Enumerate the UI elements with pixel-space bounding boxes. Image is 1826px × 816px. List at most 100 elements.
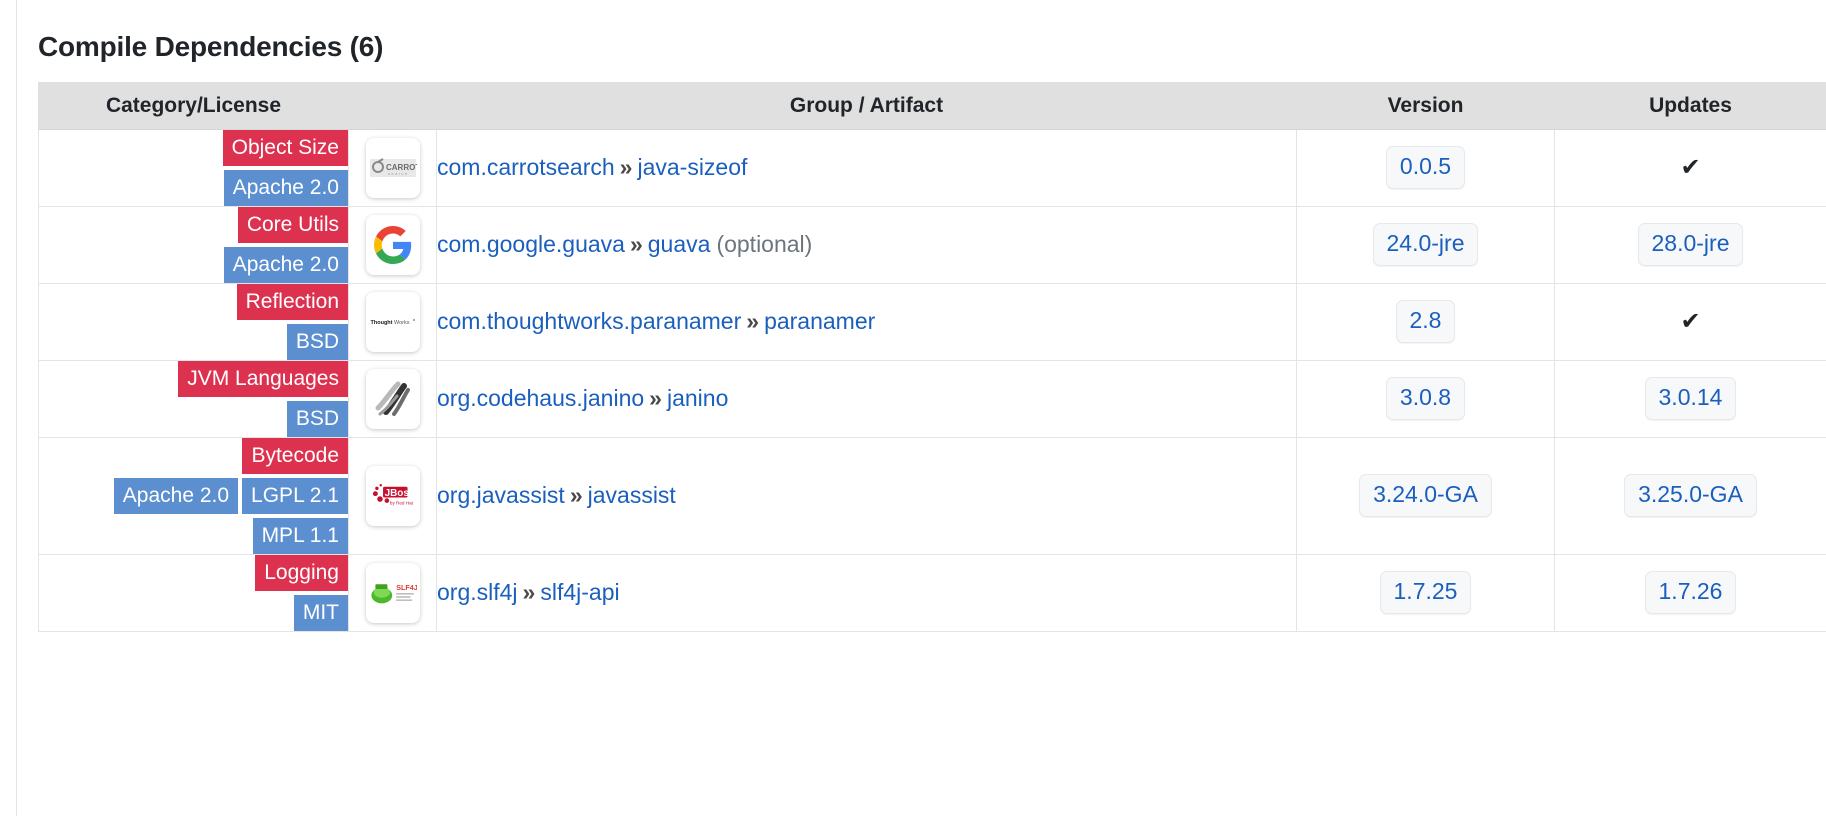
license-badge[interactable]: Apache 2.0 (224, 247, 348, 283)
group-link[interactable]: org.javassist (437, 482, 565, 508)
category-license-cell: BytecodeApache 2.0LGPL 2.1MPL 1.1 (39, 437, 349, 554)
update-version-chip[interactable]: 28.0-jre (1638, 223, 1744, 266)
group-link[interactable]: com.google.guava (437, 231, 625, 257)
group-artifact-separator: » (518, 579, 541, 605)
page-title: Compile Dependencies (6) (38, 0, 1826, 64)
svg-text:JBoss: JBoss (384, 488, 414, 499)
group-link[interactable]: com.carrotsearch (437, 154, 615, 180)
version-cell: 1.7.25 (1297, 554, 1555, 631)
category-badge[interactable]: Reflection (237, 284, 348, 320)
version-cell: 2.8 (1297, 283, 1555, 360)
column-header-updates[interactable]: Updates (1555, 82, 1826, 129)
license-badge-row: MIT (294, 595, 348, 631)
update-version-chip[interactable]: 1.7.26 (1645, 571, 1737, 614)
category-badge[interactable]: Object Size (223, 130, 348, 166)
license-badge[interactable]: MIT (294, 595, 348, 631)
artifact-link[interactable]: slf4j-api (540, 579, 619, 605)
slf4j-logo-icon: SLF4J (366, 563, 420, 623)
artifact-link[interactable]: javassist (588, 482, 676, 508)
thoughtworks-logo-icon: ThoughtWorks (366, 292, 420, 352)
category-badge-row: Bytecode (242, 438, 348, 474)
license-badge-row: Apache 2.0 (224, 247, 348, 283)
artifact-link[interactable]: janino (667, 385, 728, 411)
group-link[interactable]: org.slf4j (437, 579, 518, 605)
license-badge-row: Apache 2.0LGPL 2.1 (114, 478, 348, 514)
badge-stack: Core Utils Apache 2.0 (39, 207, 348, 283)
category-badge[interactable]: JVM Languages (178, 361, 348, 397)
version-chip[interactable]: 0.0.5 (1386, 146, 1465, 189)
group-artifact-separator: » (565, 482, 588, 508)
artifact-link[interactable]: paranamer (764, 308, 875, 334)
column-header-artifact[interactable]: Group / Artifact (437, 82, 1297, 129)
icon-cell (349, 206, 437, 283)
group-artifact-cell: com.google.guava»guava(optional) (437, 206, 1297, 283)
version-chip[interactable]: 3.0.8 (1386, 377, 1465, 420)
license-badge-row: Apache 2.0 (224, 170, 348, 206)
category-license-cell: Reflection BSD (39, 283, 349, 360)
license-badge-row: BSD (287, 401, 348, 437)
carrotsearch-logo-icon: CARROTsearch (366, 138, 420, 198)
artifact-link[interactable]: guava (648, 231, 711, 257)
version-chip[interactable]: 3.24.0-GA (1359, 474, 1492, 517)
group-artifact-separator: » (615, 154, 638, 180)
badge-stack: Reflection BSD (39, 284, 348, 360)
category-badge-row: Logging (255, 555, 348, 591)
svg-text:Thought: Thought (370, 320, 392, 326)
update-version-chip[interactable]: 3.25.0-GA (1624, 474, 1757, 517)
column-header-version[interactable]: Version (1297, 82, 1555, 129)
license-badge[interactable]: BSD (287, 324, 348, 360)
updates-cell: 28.0-jre (1555, 206, 1826, 283)
group-link[interactable]: org.codehaus.janino (437, 385, 644, 411)
version-chip[interactable]: 24.0-jre (1373, 223, 1479, 266)
group-artifact-cell: com.carrotsearch»java-sizeof (437, 129, 1297, 206)
svg-text:search: search (388, 171, 408, 176)
category-license-cell: JVM Languages BSD (39, 360, 349, 437)
table-header-row: Category/License Group / Artifact Versio… (39, 82, 1826, 129)
updates-cell: ✔ (1555, 283, 1826, 360)
column-header-icon (349, 82, 437, 129)
group-artifact-cell: org.slf4j»slf4j-api (437, 554, 1297, 631)
group-artifact-cell: org.codehaus.janino»janino (437, 360, 1297, 437)
category-badge[interactable]: Core Utils (238, 207, 348, 243)
version-cell: 24.0-jre (1297, 206, 1555, 283)
updates-cell: 3.0.14 (1555, 360, 1826, 437)
group-artifact-separator: » (741, 308, 764, 334)
version-chip[interactable]: 2.8 (1396, 300, 1456, 343)
category-badge-row: JVM Languages (178, 361, 348, 397)
version-cell: 0.0.5 (1297, 129, 1555, 206)
category-badge[interactable]: Bytecode (242, 438, 348, 474)
updates-cell: 3.25.0-GA (1555, 437, 1826, 554)
janino-logo-icon (366, 369, 420, 429)
artifact-link[interactable]: java-sizeof (637, 154, 747, 180)
svg-text:SLF4J: SLF4J (396, 582, 417, 591)
license-badge[interactable]: MPL 1.1 (253, 518, 348, 554)
license-badge[interactable]: Apache 2.0 (114, 478, 238, 514)
category-badge-row: Core Utils (238, 207, 348, 243)
icon-cell: SLF4J (349, 554, 437, 631)
version-chip[interactable]: 1.7.25 (1380, 571, 1472, 614)
license-badge[interactable]: BSD (287, 401, 348, 437)
category-badge-row: Object Size (223, 130, 348, 166)
badge-stack: JVM Languages BSD (39, 361, 348, 437)
up-to-date-check-icon: ✔ (1680, 308, 1700, 335)
license-badge[interactable]: LGPL 2.1 (242, 478, 348, 514)
category-license-cell: Logging MIT (39, 554, 349, 631)
updates-cell: ✔ (1555, 129, 1826, 206)
update-version-chip[interactable]: 3.0.14 (1645, 377, 1737, 420)
version-cell: 3.24.0-GA (1297, 437, 1555, 554)
group-link[interactable]: com.thoughtworks.paranamer (437, 308, 741, 334)
icon-cell: CARROTsearch (349, 129, 437, 206)
table-header: Category/License Group / Artifact Versio… (39, 82, 1826, 129)
badge-stack: BytecodeApache 2.0LGPL 2.1MPL 1.1 (39, 438, 348, 554)
table-row: Logging MIT SLF4J org.slf4j»slf4j-api 1.7.25… (39, 554, 1826, 631)
category-badge[interactable]: Logging (255, 555, 348, 591)
badge-stack: Logging MIT (39, 555, 348, 631)
google-logo-icon (366, 215, 420, 275)
optional-label: (optional) (710, 231, 812, 257)
group-artifact-cell: org.javassist»javassist (437, 437, 1297, 554)
license-badge-row: BSD (287, 324, 348, 360)
license-badge[interactable]: Apache 2.0 (224, 170, 348, 206)
column-header-category[interactable]: Category/License (39, 82, 349, 129)
svg-text:by Red Hat: by Red Hat (389, 500, 413, 505)
table-body: Object Size Apache 2.0 CARROTsearch com.car… (39, 129, 1826, 631)
